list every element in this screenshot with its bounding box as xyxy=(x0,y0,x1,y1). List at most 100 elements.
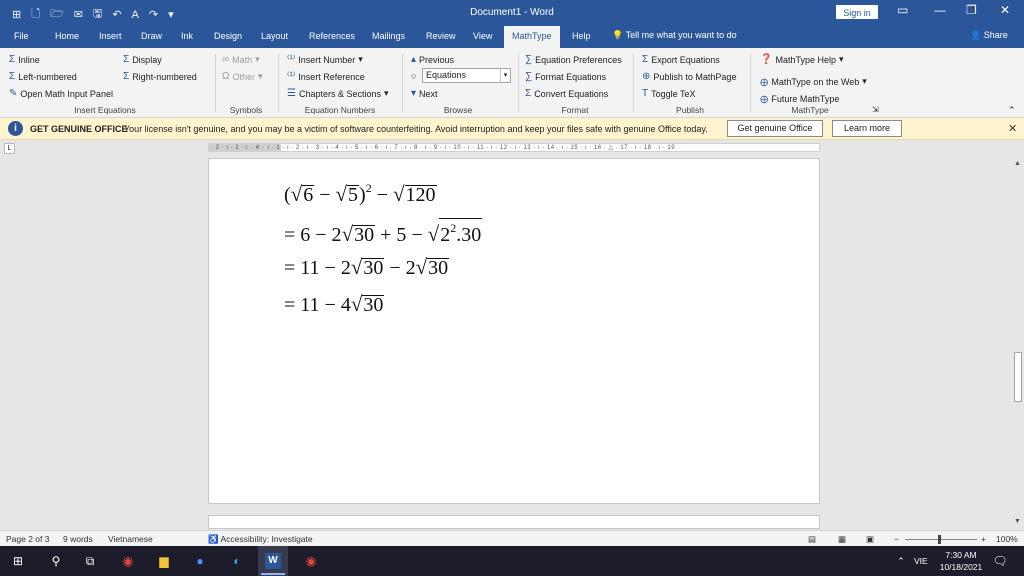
zoom-app-icon[interactable]: ● xyxy=(192,553,208,569)
insert-number-button[interactable]: ⁽¹⁾ Insert Number ▾ xyxy=(287,54,363,65)
word-count[interactable]: 9 words xyxy=(63,534,93,544)
convert-equations-icon: Σ xyxy=(525,88,532,99)
radical-sign: √ xyxy=(341,222,354,246)
radicand: 2 xyxy=(440,224,451,246)
equation-line-2[interactable]: = 6 − 2√30 + 5 − √22.30 xyxy=(284,218,483,247)
export-equations-button[interactable]: Σ Export Equations xyxy=(642,54,720,65)
right-numbered-button[interactable]: Σ Right-numbered xyxy=(123,71,197,82)
tab-draw[interactable]: Draw xyxy=(141,31,162,41)
display-button[interactable]: Σ Display xyxy=(123,54,162,65)
chapters-sections-label: Chapters & Sections xyxy=(298,88,382,99)
file-explorer-icon[interactable]: ▆ xyxy=(156,553,172,569)
format-equations-button[interactable]: ∑ Format Equations xyxy=(525,71,606,82)
collapse-ribbon-icon[interactable]: ⌃ xyxy=(1008,105,1016,116)
radicand: 120 xyxy=(404,184,437,206)
insert-reference-button[interactable]: ⁽¹⁾ Insert Reference xyxy=(287,71,365,82)
learn-more-button[interactable]: Learn more xyxy=(832,120,902,137)
tab-ink[interactable]: Ink xyxy=(181,31,193,41)
tab-mathtype[interactable]: MathType xyxy=(504,26,560,48)
document-page[interactable]: (√6 − √5)2 − √120 = 6 − 2√30 + 5 − √22.3… xyxy=(208,158,820,504)
active-app-indicator xyxy=(261,573,285,575)
toggle-tex-button[interactable]: T Toggle TeX xyxy=(642,88,695,99)
task-view-icon[interactable]: ⧉ xyxy=(82,553,98,569)
equation-line-3[interactable]: = 11 − 2√30 − 2√30 xyxy=(284,255,450,280)
browse-type-select[interactable]: Equations ▾ xyxy=(422,68,511,83)
vertical-scrollbar[interactable]: ▲ ▼ xyxy=(1012,158,1024,528)
left-numbered-label: Left-numbered xyxy=(18,71,77,82)
radio-icon: ○ xyxy=(411,71,417,81)
language-status[interactable]: Vietnamese xyxy=(108,534,153,544)
clock[interactable]: 7:30 AM 10/18/2021 xyxy=(935,549,987,573)
chrome-profile-icon[interactable]: ◉ xyxy=(303,553,319,569)
word-icon[interactable]: W xyxy=(265,553,281,569)
accessibility-status[interactable]: ♿ Accessibility: Investigate xyxy=(208,534,313,545)
chevron-down-icon: ▾ xyxy=(258,71,263,81)
dialog-launcher-icon[interactable]: ⇲ xyxy=(872,105,879,114)
math-symbols-button[interactable]: ∞ Math ▾ xyxy=(222,54,260,65)
mathtype-help-button[interactable]: ❓ MathType Help ▾ xyxy=(760,54,844,65)
ribbon-display-icon[interactable]: ▭ xyxy=(897,3,908,17)
horizontal-ruler[interactable]: · 2 · ı · 1 · ı · ✕ · ı · 1 · ı · 2 · ı … xyxy=(208,143,820,152)
equation-preferences-button[interactable]: ∑ Equation Preferences xyxy=(525,54,622,65)
tab-layout[interactable]: Layout xyxy=(261,31,288,41)
focus-mode-icon[interactable]: ▤ xyxy=(808,534,816,545)
next-button[interactable]: ▾ Next xyxy=(411,88,438,99)
tab-home[interactable]: Home xyxy=(55,31,79,41)
convert-equations-label: Convert Equations xyxy=(534,88,609,99)
next-page-top[interactable] xyxy=(208,515,820,529)
tab-review[interactable]: Review xyxy=(426,31,456,41)
share-button[interactable]: 👤 Share xyxy=(970,30,1008,41)
right-numbered-label: Right-numbered xyxy=(132,71,197,82)
page-count[interactable]: Page 2 of 3 xyxy=(6,534,49,544)
tab-selector[interactable]: L xyxy=(4,143,15,154)
input-language[interactable]: VIE xyxy=(914,556,928,566)
tab-references[interactable]: References xyxy=(309,31,355,41)
browse-radio[interactable]: ○ xyxy=(411,71,416,81)
left-numbered-button[interactable]: Σ Left-numbered xyxy=(9,71,77,82)
equation-line-4[interactable]: = 11 − 4√30 xyxy=(284,292,385,317)
sign-in-button[interactable]: Sign in xyxy=(836,5,878,19)
restore-icon[interactable]: ❐ xyxy=(966,3,977,17)
edge-icon[interactable]: ◐ xyxy=(229,553,245,569)
tab-design[interactable]: Design xyxy=(214,31,242,41)
search-icon[interactable]: ⚲ xyxy=(48,553,64,569)
zoom-slider-track[interactable] xyxy=(905,539,977,540)
zoom-out-icon[interactable]: − xyxy=(894,534,899,544)
scroll-thumb[interactable] xyxy=(1014,352,1022,402)
chapters-sections-button[interactable]: ☰ Chapters & Sections ▾ xyxy=(287,88,389,99)
license-title: GET GENUINE OFFICE xyxy=(30,124,128,134)
windows-start-icon[interactable]: ⊞ xyxy=(10,553,26,569)
zoom-slider-thumb[interactable] xyxy=(938,535,941,544)
get-genuine-office-button[interactable]: Get genuine Office xyxy=(727,120,823,137)
tab-file[interactable]: File xyxy=(14,31,29,41)
inline-button[interactable]: Σ Inline xyxy=(9,54,40,65)
chevron-up-icon[interactable]: ⌃ xyxy=(893,553,909,569)
reference-icon: ⁽¹⁾ xyxy=(287,71,296,82)
equation-line-1[interactable]: (√6 − √5)2 − √120 xyxy=(284,181,437,207)
accessibility-icon: ♿ xyxy=(208,534,219,544)
zoom-level[interactable]: 100% xyxy=(996,534,1018,544)
tab-view[interactable]: View xyxy=(473,31,492,41)
tell-me-search[interactable]: 💡 Tell me what you want to do xyxy=(612,30,737,41)
chrome-icon[interactable]: ◉ xyxy=(120,553,136,569)
tab-insert[interactable]: Insert xyxy=(99,31,122,41)
previous-button[interactable]: ▴ Previous xyxy=(411,54,454,65)
zoom-in-icon[interactable]: + xyxy=(981,534,986,544)
close-icon[interactable]: ✕ xyxy=(1008,122,1017,135)
publish-mathpage-button[interactable]: ⊕ Publish to MathPage xyxy=(642,71,736,82)
tab-mailings[interactable]: Mailings xyxy=(372,31,405,41)
notifications-icon[interactable]: 🗨 xyxy=(992,553,1008,569)
mathtype-web-label: MathType on the Web xyxy=(771,76,860,87)
minimize-icon[interactable]: — xyxy=(934,3,946,17)
convert-equations-button[interactable]: Σ Convert Equations xyxy=(525,88,608,99)
other-symbols-button[interactable]: Ω Other ▾ xyxy=(222,71,263,82)
web-layout-icon[interactable]: ▣ xyxy=(866,534,874,545)
close-icon[interactable]: ✕ xyxy=(1000,3,1010,17)
print-layout-icon[interactable]: ▦ xyxy=(838,534,846,545)
scroll-up-icon[interactable]: ▲ xyxy=(1014,160,1021,167)
group-label-mathtype: MathType xyxy=(791,105,829,115)
scroll-down-icon[interactable]: ▼ xyxy=(1014,518,1021,525)
open-math-input-button[interactable]: ✎ Open Math Input Panel xyxy=(9,88,113,99)
tab-help[interactable]: Help xyxy=(572,31,591,41)
radicand: 30 xyxy=(353,224,376,246)
